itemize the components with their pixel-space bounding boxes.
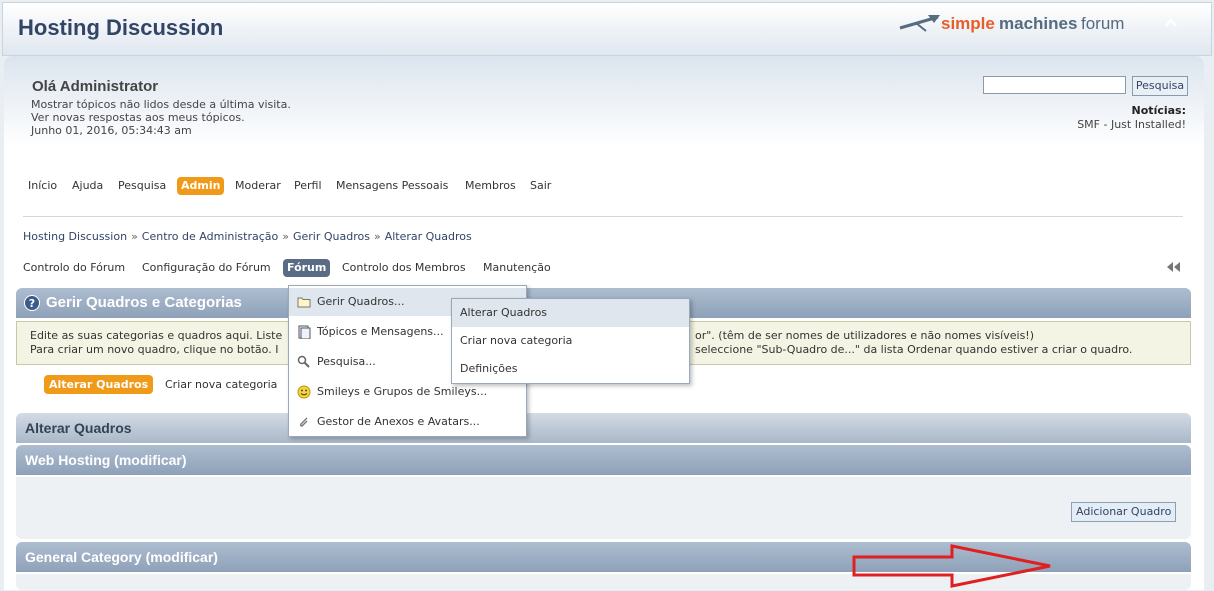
tab-forum[interactable]: Fórum xyxy=(283,259,331,277)
smf-logo[interactable]: simple machines forum xyxy=(898,11,1148,35)
magnifier-icon xyxy=(297,355,311,369)
user-area: Olá Administrator Mostrar tópicos não li… xyxy=(4,56,1204,146)
breadcrumb-separator: » xyxy=(373,230,381,243)
alterar-quadros-bar: Alterar Quadros xyxy=(16,413,1191,443)
news-text: SMF - Just Installed! xyxy=(1077,118,1186,131)
submenu-item-definicoes[interactable]: Definições xyxy=(452,355,689,383)
breadcrumb-separator: » xyxy=(131,230,138,243)
menu-item-perfil[interactable]: Perfil xyxy=(290,177,326,195)
breadcrumb-item[interactable]: Alterar Quadros xyxy=(385,230,472,243)
unread-topics-link[interactable]: Mostrar tópicos não lidos desde a última… xyxy=(31,98,291,111)
submenu-label: Criar nova categoria xyxy=(460,334,573,347)
category-body-web-hosting xyxy=(16,477,1191,539)
current-date: Junho 01, 2016, 05:34:43 am xyxy=(31,124,192,137)
add-board-button[interactable]: Adicionar Quadro xyxy=(1071,502,1177,522)
new-replies-link[interactable]: Ver novas respostas aos meus tópicos. xyxy=(31,111,245,124)
breadcrumb-separator: » xyxy=(282,230,289,243)
breadcrumb-item[interactable]: Gerir Quadros xyxy=(293,230,370,243)
category-title-web-hosting[interactable]: Web Hosting (modificar) xyxy=(25,452,187,468)
section-title: Gerir Quadros e Categorias xyxy=(46,294,242,311)
dropdown-label: Pesquisa... xyxy=(317,355,376,368)
breadcrumb: Hosting Discussion » Centro de Administraç… xyxy=(23,230,472,243)
dropdown-label: Gerir Quadros... xyxy=(317,295,405,308)
logo-word-forum: forum xyxy=(1081,14,1125,33)
menu-divider xyxy=(23,216,1183,217)
red-arrow-annotation xyxy=(852,544,1057,591)
forum-header: Hosting Discussion simple machines forum xyxy=(2,2,1212,56)
tab-controlo-membros[interactable]: Controlo dos Membros xyxy=(338,259,470,277)
category-title-general[interactable]: General Category (modificar) xyxy=(25,549,218,565)
news-title: Notícias: xyxy=(1131,104,1186,117)
tab-configuracao-forum[interactable]: Configuração do Fórum xyxy=(138,259,275,277)
forum-title[interactable]: Hosting Discussion xyxy=(18,15,223,41)
menu-item-pesquisa[interactable]: Pesquisa xyxy=(114,177,170,195)
menu-item-ajuda[interactable]: Ajuda xyxy=(68,177,107,195)
tab-controlo-forum[interactable]: Controlo do Fórum xyxy=(19,259,129,277)
info-text-1-right: or". (têm de ser nomes de utilizadores e… xyxy=(695,329,1035,342)
category-bar-web-hosting: Web Hosting (modificar) xyxy=(16,445,1191,475)
rewind-icon[interactable] xyxy=(1165,261,1181,273)
info-text-2-left: Para criar um novo quadro, clique no bot… xyxy=(30,343,279,356)
paperclip-icon xyxy=(297,415,311,429)
dropdown-item-anexos[interactable]: Gestor de Anexos e Avatars... xyxy=(289,408,526,436)
menu-item-membros[interactable]: Membros xyxy=(461,177,520,195)
submenu-item-alterar-quadros[interactable]: Alterar Quadros xyxy=(452,299,689,327)
folder-icon xyxy=(297,295,311,309)
help-icon[interactable]: ? xyxy=(24,295,40,311)
submenu-label: Definições xyxy=(460,362,518,375)
info-text-2-right: seleccione "Sub-Quadro de..." da lista O… xyxy=(695,343,1133,356)
breadcrumb-item[interactable]: Centro de Administração xyxy=(142,230,278,243)
criar-categoria-button[interactable]: Criar nova categoria xyxy=(165,375,277,394)
submenu-item-criar-categoria[interactable]: Criar nova categoria xyxy=(452,327,689,355)
dropdown-label: Tópicos e Mensagens... xyxy=(317,325,444,338)
menu-item-mensagens[interactable]: Mensagens Pessoais xyxy=(332,177,452,195)
breadcrumb-item[interactable]: Hosting Discussion xyxy=(23,230,127,243)
logo-word-machines: machines xyxy=(999,14,1078,33)
smiley-icon xyxy=(297,385,311,399)
alterar-quadros-title: Alterar Quadros xyxy=(25,420,132,436)
user-greeting: Olá Administrator xyxy=(32,78,159,95)
search-input[interactable] xyxy=(983,76,1126,94)
chevron-up-icon[interactable] xyxy=(1163,15,1179,31)
menu-item-admin[interactable]: Admin xyxy=(177,177,225,195)
alterar-quadros-button[interactable]: Alterar Quadros xyxy=(44,375,154,394)
info-text-1-left: Edite as suas categorias e quadros aqui.… xyxy=(30,329,283,342)
submenu-label: Alterar Quadros xyxy=(460,306,548,319)
document-icon xyxy=(297,325,311,340)
tab-manutencao[interactable]: Manutenção xyxy=(479,259,555,277)
logo-word-simple: simple xyxy=(941,14,995,33)
menu-item-sair[interactable]: Sair xyxy=(526,177,555,195)
search-button[interactable]: Pesquisa xyxy=(1132,76,1188,96)
main-content: Olá Administrator Mostrar tópicos não li… xyxy=(4,56,1204,590)
logo-mark-icon xyxy=(899,15,940,32)
dropdown-label: Gestor de Anexos e Avatars... xyxy=(317,415,480,428)
menu-item-moderar[interactable]: Moderar xyxy=(231,177,285,195)
menu-item-inicio[interactable]: Início xyxy=(24,177,61,195)
board-submenu: Alterar Quadros Criar nova categoria Def… xyxy=(451,298,690,384)
